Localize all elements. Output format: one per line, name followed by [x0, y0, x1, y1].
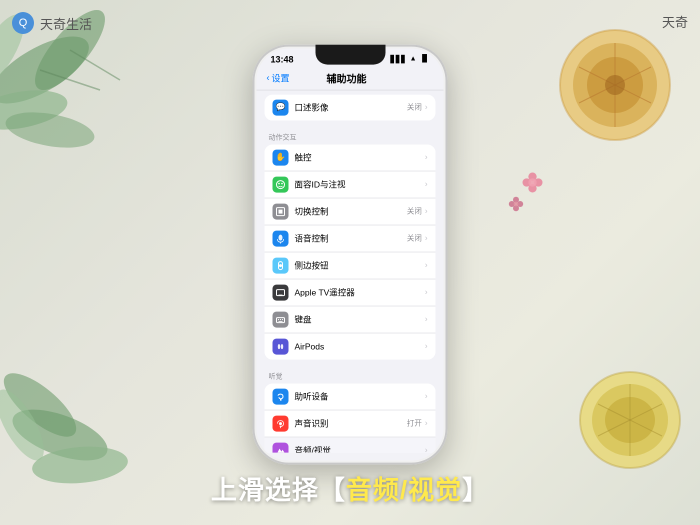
- watermark-tl-text: 天奇生活: [40, 14, 92, 33]
- settings-row-audio-visual[interactable]: 音频/视觉 ›: [265, 437, 436, 452]
- sound-recognition-label: 声音识别: [295, 417, 407, 429]
- settings-list: 💬 口述影像 关闭 › 动作交互 ✋ 触控 ›: [257, 90, 444, 452]
- airpods-chevron-icon: ›: [425, 342, 428, 351]
- phone-screen: 13:48 ▋▋▋ ▲ ▐▌ ‹ 设置 辅助功能 💬: [257, 48, 444, 460]
- watermark-topleft: Q 天奇生活: [12, 12, 92, 34]
- logo-letter: Q: [19, 17, 28, 29]
- settings-row-faceid[interactable]: 面容ID与注视 ›: [265, 171, 436, 198]
- phone-notch: [315, 44, 385, 64]
- appletv-icon: [273, 284, 289, 300]
- bottom-text-prefix: 上滑选择【: [211, 475, 346, 505]
- switch-value: 关闭: [407, 206, 422, 217]
- keyboard-label: 键盘: [295, 313, 425, 325]
- touch-label: 触控: [295, 151, 425, 163]
- hearing-device-chevron-icon: ›: [425, 392, 428, 401]
- sound-recognition-chevron-icon: ›: [425, 419, 428, 428]
- hearing-device-icon: [273, 388, 289, 404]
- faceid-icon: [273, 176, 289, 192]
- settings-group-1: 💬 口述影像 关闭 ›: [265, 94, 436, 120]
- sidebutton-icon: [273, 257, 289, 273]
- switch-icon: [273, 203, 289, 219]
- settings-group-hearing: 助听设备 › 声音识别 打开 ›: [265, 383, 436, 452]
- settings-group-motion: ✋ 触控 › 面容ID与注视 ›: [265, 144, 436, 359]
- section-label-motion: 动作交互: [257, 126, 444, 144]
- describe-chevron-icon: ›: [425, 103, 428, 112]
- settings-row-appletv[interactable]: Apple TV遥控器 ›: [265, 279, 436, 306]
- section-label-hearing: 听觉: [257, 365, 444, 383]
- bottom-instruction: 上滑选择【音频/视觉】: [0, 470, 700, 507]
- bottom-text-suffix: 】: [462, 475, 489, 505]
- appletv-label: Apple TV遥控器: [295, 286, 425, 298]
- back-button[interactable]: ‹ 设置: [267, 71, 290, 84]
- voice-chevron-icon: ›: [425, 234, 428, 243]
- airpods-label: AirPods: [295, 341, 425, 351]
- settings-row-voice[interactable]: 语音控制 关闭 ›: [265, 225, 436, 252]
- audio-visual-icon: [273, 442, 289, 452]
- sidebutton-chevron-icon: ›: [425, 261, 428, 270]
- sidebutton-label: 侧边按钮: [295, 259, 425, 271]
- settings-row-sound-recognition[interactable]: 声音识别 打开 ›: [265, 410, 436, 437]
- watermark-topright: 天奇: [662, 12, 688, 31]
- logo-icon: Q: [12, 12, 34, 34]
- wifi-icon: ▲: [410, 56, 417, 63]
- settings-row-describe[interactable]: 💬 口述影像 关闭 ›: [265, 94, 436, 120]
- faceid-chevron-icon: ›: [425, 180, 428, 189]
- voice-value: 关闭: [407, 233, 422, 244]
- navigation-bar: ‹ 设置 辅助功能: [257, 66, 444, 90]
- status-icons: ▋▋▋ ▲ ▐▌: [390, 55, 429, 63]
- settings-row-keyboard[interactable]: 键盘 ›: [265, 306, 436, 333]
- audio-visual-label: 音频/视觉: [295, 444, 425, 452]
- back-chevron-icon: ‹: [267, 73, 270, 83]
- faceid-label: 面容ID与注视: [295, 178, 425, 190]
- signal-icon: ▋▋▋: [390, 55, 406, 63]
- appletv-chevron-icon: ›: [425, 288, 428, 297]
- airpods-icon: [273, 338, 289, 354]
- describe-value: 关闭: [407, 102, 422, 113]
- bottom-text-highlight: 音频/视觉: [346, 475, 462, 505]
- touch-chevron-icon: ›: [425, 153, 428, 162]
- voice-icon: [273, 230, 289, 246]
- touch-icon: ✋: [273, 149, 289, 165]
- audio-visual-chevron-icon: ›: [425, 446, 428, 453]
- page-title: 辅助功能: [290, 70, 404, 85]
- back-label: 设置: [272, 71, 290, 84]
- settings-row-touch[interactable]: ✋ 触控 ›: [265, 144, 436, 171]
- battery-icon: ▐▌: [420, 56, 430, 63]
- switch-chevron-icon: ›: [425, 207, 428, 216]
- keyboard-icon: [273, 311, 289, 327]
- describe-label: 口述影像: [295, 101, 407, 113]
- voice-label: 语音控制: [295, 232, 407, 244]
- settings-row-airpods[interactable]: AirPods ›: [265, 333, 436, 359]
- sound-recognition-value: 打开: [407, 418, 422, 429]
- status-time: 13:48: [271, 54, 294, 64]
- phone-frame: 13:48 ▋▋▋ ▲ ▐▌ ‹ 设置 辅助功能 💬: [253, 44, 448, 464]
- settings-row-hearing-device[interactable]: 助听设备 ›: [265, 383, 436, 410]
- sound-recognition-icon: [273, 415, 289, 431]
- settings-row-switch[interactable]: 切换控制 关闭 ›: [265, 198, 436, 225]
- settings-row-sidebutton[interactable]: 侧边按钮 ›: [265, 252, 436, 279]
- switch-label: 切换控制: [295, 205, 407, 217]
- describe-icon: 💬: [273, 99, 289, 115]
- keyboard-chevron-icon: ›: [425, 315, 428, 324]
- watermark-tr-text: 天奇: [662, 15, 688, 30]
- hearing-device-label: 助听设备: [295, 390, 425, 402]
